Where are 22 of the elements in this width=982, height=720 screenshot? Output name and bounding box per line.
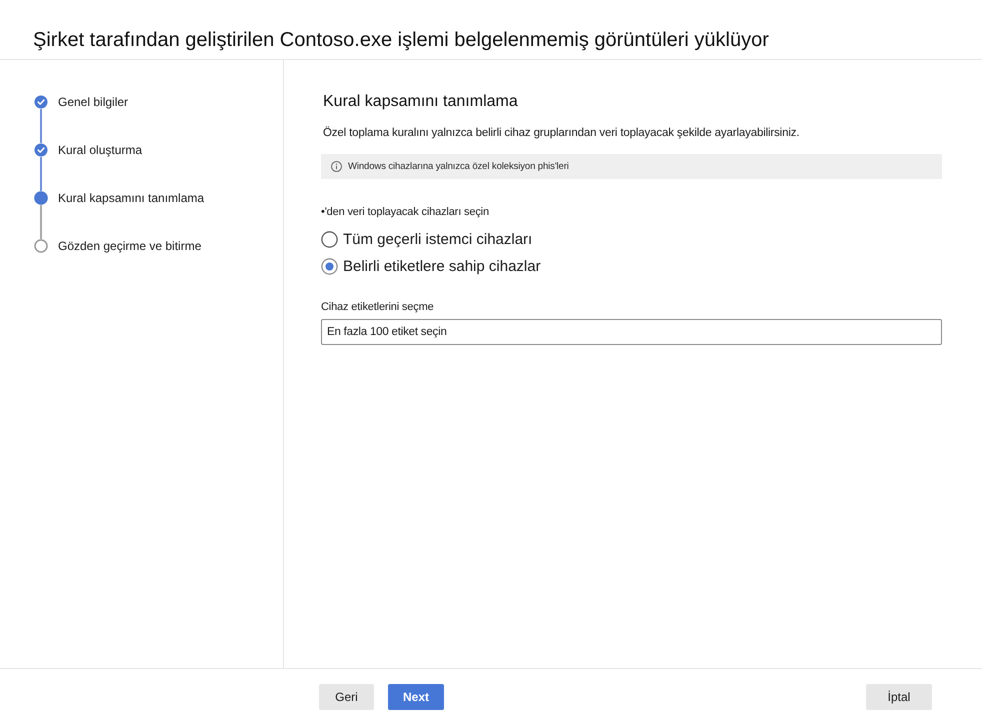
info-text: Windows cihazlarına yalnızca özel koleksiyon phis'leri xyxy=(348,161,569,172)
step-label: Genel bilgiler xyxy=(58,95,128,109)
dialog-title: Şirket tarafından geliştirilen Contoso.exe işlemi belgelenmemiş görüntüleri yüklüyor xyxy=(33,28,769,52)
tags-input[interactable]: En fazla 100 etiket seçin xyxy=(321,319,942,345)
cancel-button[interactable]: İptal xyxy=(866,684,932,710)
radio-icon[interactable] xyxy=(321,230,338,248)
radio-option[interactable]: Belirli etiketlere sahip cihazlar xyxy=(321,255,541,277)
radio-selected-icon[interactable] xyxy=(321,258,338,274)
field-label: Cihaz etiketlerini seçme xyxy=(321,300,434,314)
back-button[interactable]: Geri xyxy=(319,684,374,710)
step-label: Gözden geçirme ve bitirme xyxy=(58,239,202,253)
step-connector xyxy=(40,109,42,143)
scope-prompt: •'den veri toplayacak cihazları seçin xyxy=(321,205,489,219)
radio-option[interactable]: Tüm geçerli istemci cihazları xyxy=(321,228,532,250)
step-connector xyxy=(40,205,42,239)
section-description: Özel toplama kuralını yalnızca belirli cihaz gruplarından veri toplayacak şekilde ayarlayabilirsiniz. xyxy=(323,125,800,141)
step-connector xyxy=(40,157,42,191)
section-heading: Kural kapsamını tanımlama xyxy=(323,92,518,112)
next-button[interactable]: Next xyxy=(388,684,444,710)
step-label: Kural kapsamını tanımlama xyxy=(58,191,204,205)
info-icon xyxy=(331,161,342,172)
step-label: Kural oluşturma xyxy=(58,143,142,157)
